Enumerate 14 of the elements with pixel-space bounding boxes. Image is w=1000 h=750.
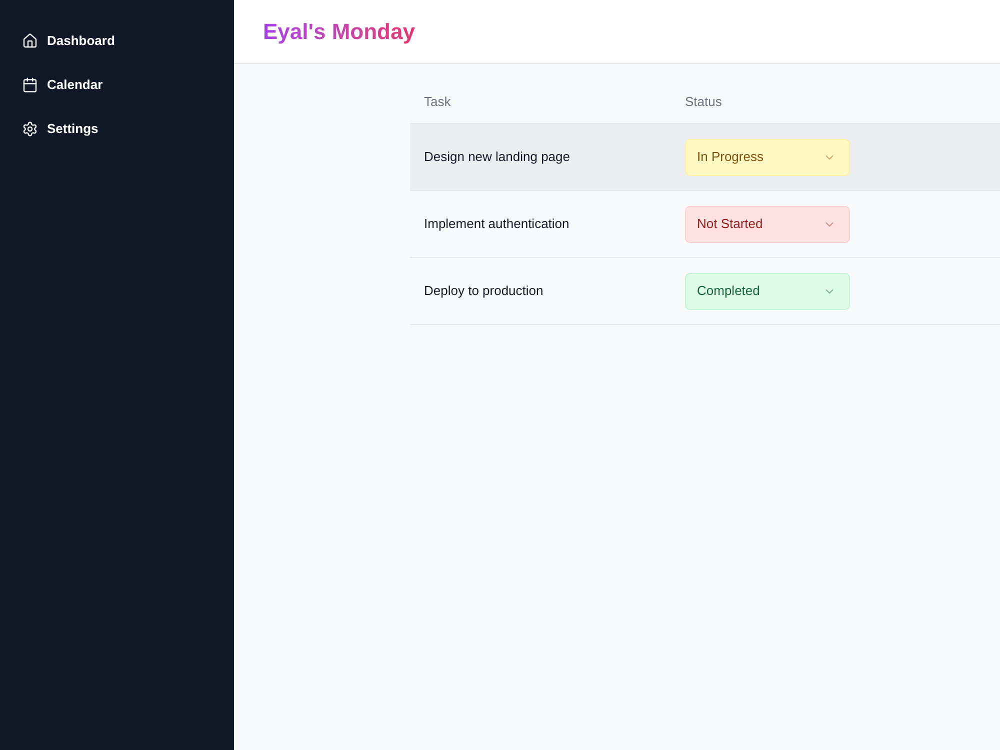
sidebar-item[interactable]: Calendar [22,74,103,96]
settings-icon [22,121,38,137]
status-dropdown[interactable]: Completed [685,272,850,310]
column-header: Task [424,94,451,109]
status-dropdown[interactable]: Not Started [685,206,850,242]
task-name: Deploy to production [424,283,544,298]
task-name: Design new landing page [424,149,570,164]
task-name: Implement authentication [424,216,570,232]
column-header: Status [685,94,722,109]
calendar-icon [22,77,38,93]
home-icon [22,33,38,49]
sidebar-item[interactable]: Settings [22,118,98,140]
status-dropdown[interactable]: In Progress [685,138,850,176]
sidebar-item[interactable]: Dashboard [22,30,115,52]
